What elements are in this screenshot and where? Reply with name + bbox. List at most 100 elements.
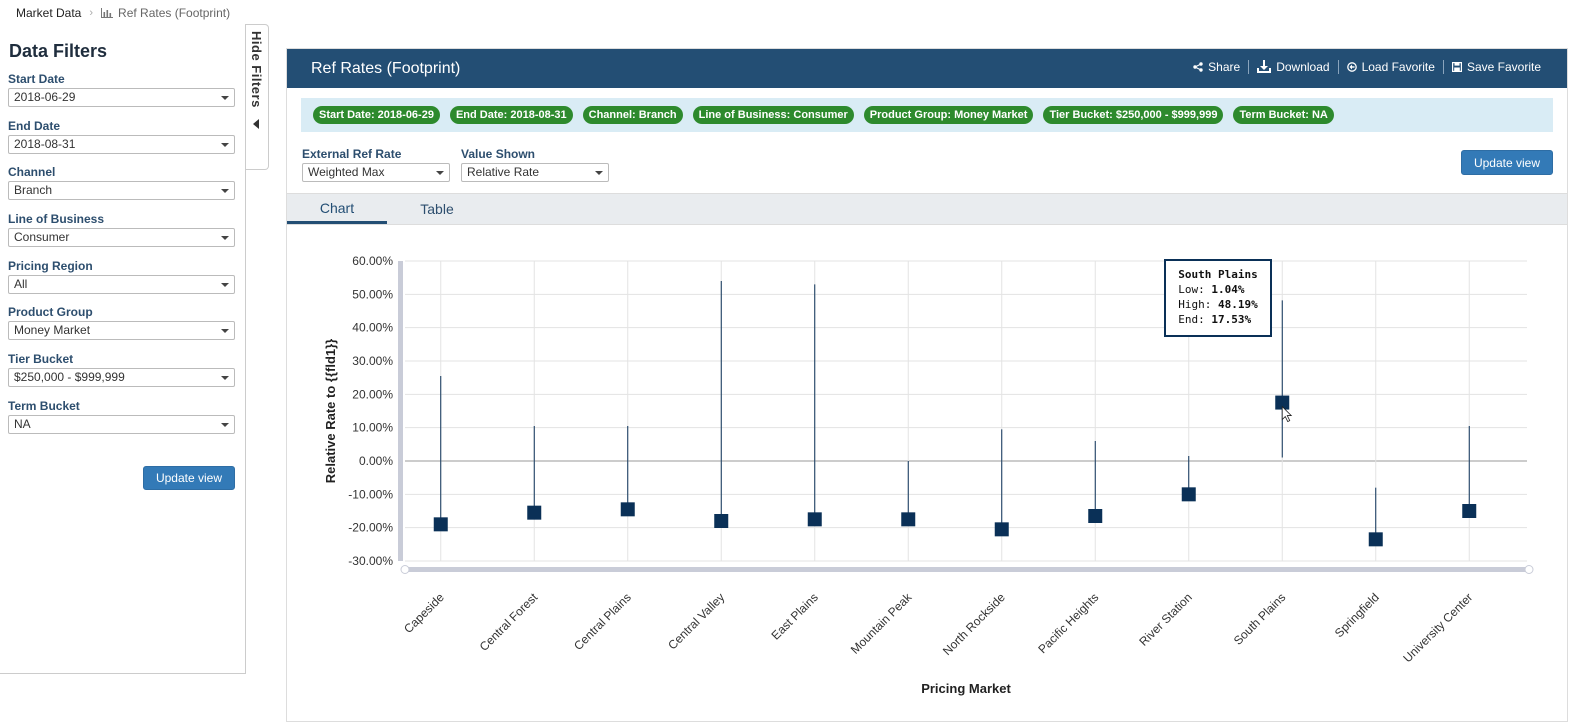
tab-chart[interactable]: Chart [287, 194, 387, 224]
filter-label: Tier Bucket [8, 352, 74, 366]
x-tick-label: Springfield [1332, 590, 1382, 640]
filter-channel: Channel Branch [8, 165, 235, 200]
caret-down-icon [221, 423, 229, 427]
y-tick-label: -10.00% [348, 487, 393, 501]
external-ref-rate-select[interactable]: Weighted Max [302, 163, 450, 182]
caret-down-icon [221, 236, 229, 240]
tier-bucket-select[interactable]: $250,000 - $999,999 [8, 368, 235, 387]
update-view-button[interactable]: Update view [1461, 150, 1553, 175]
save-favorite-button[interactable]: Save Favorite [1442, 60, 1549, 74]
term-bucket-select[interactable]: NA [8, 415, 235, 434]
filter-term-bucket: Term Bucket NA [8, 399, 235, 434]
end-marker [433, 517, 448, 532]
filter-label: End Date [8, 119, 61, 133]
filter-pill: Tier Bucket: $250,000 - $999,999 [1043, 106, 1224, 124]
end-marker [714, 514, 729, 528]
y-axis-title: Relative Rate to {{fld1}} [323, 339, 338, 484]
tooltip-end-value: 17.53% [1211, 313, 1252, 326]
x-tick-label: South Plains [1231, 590, 1289, 648]
filter-pill: End Date: 2018-08-31 [449, 106, 573, 124]
start-date-select[interactable]: 2018-06-29 [8, 88, 235, 107]
chart-area: 60.00% 50.00% 40.00% 30.00% 20.00% 10.00% 0.00… [287, 226, 1567, 721]
product-group-select[interactable]: Money Market [8, 321, 235, 340]
y-range-bar [398, 261, 403, 561]
x-range-handle [1524, 565, 1534, 574]
filters-panel: Data Filters Start Date 2018-06-29 End D… [0, 24, 246, 674]
share-button[interactable]: Share [1185, 60, 1248, 74]
x-tick-label: Central Forest [477, 590, 541, 654]
x-tick-label: Central Valley [665, 590, 727, 652]
tooltip-high-value: 48.19% [1218, 298, 1258, 311]
bar-chart-icon [101, 8, 114, 18]
select-value: Relative Rate [467, 165, 540, 179]
header-actions: Share Download Load Favorite Save Favori… [1185, 60, 1549, 74]
main-panel: Ref Rates (Footprint) Share Download Loa… [286, 48, 1568, 722]
tab-table[interactable]: Table [387, 194, 487, 224]
end-marker [807, 512, 822, 527]
share-icon [1193, 62, 1203, 72]
value-shown-select[interactable]: Relative Rate [461, 163, 609, 182]
x-tick-label: Pacific Heights [1035, 590, 1101, 656]
end-marker [1181, 487, 1196, 502]
load-favorite-button[interactable]: Load Favorite [1337, 60, 1443, 74]
breadcrumb: Market Data › Ref Rates (Footprint) [16, 6, 230, 20]
select-value: Consumer [14, 230, 70, 244]
tooltip-low-label: Low: [1178, 283, 1205, 296]
x-axis-title: Pricing Market [921, 681, 1011, 696]
breadcrumb-current: Ref Rates (Footprint) [101, 6, 230, 20]
hide-filters-label: Hide Filters [249, 31, 264, 108]
end-marker [1088, 509, 1103, 523]
pricing-region-select[interactable]: All [8, 275, 235, 294]
x-tick-label: North Rockside [940, 590, 1008, 658]
download-label: Download [1276, 60, 1330, 74]
filter-line-of-business: Line of Business Consumer [8, 212, 235, 247]
filter-pill: Line of Business: Consumer [692, 106, 854, 124]
end-marker [527, 505, 542, 520]
external-ref-rate-label: External Ref Rate [302, 147, 402, 161]
download-icon [1257, 60, 1272, 73]
tooltip-high-label: High: [1178, 298, 1212, 311]
select-value: Branch [14, 183, 53, 197]
filter-start-date: Start Date 2018-06-29 [8, 72, 235, 107]
y-tick-label: 20.00% [352, 387, 393, 401]
filters-title: Data Filters [9, 41, 108, 61]
caret-down-icon [595, 171, 603, 175]
save-favorite-label: Save Favorite [1466, 60, 1541, 74]
y-tick-label: 60.00% [352, 254, 393, 268]
x-tick-label: East Plains [769, 590, 821, 642]
tooltip-high: High: 48.19% [1178, 297, 1258, 312]
y-tick-label: 0.00% [359, 454, 393, 468]
caret-down-icon [221, 376, 229, 380]
hide-filters-toggle[interactable]: Hide Filters [246, 24, 269, 170]
y-tick-label: 40.00% [352, 321, 393, 335]
filter-pill: Channel: Branch [582, 106, 683, 124]
applied-filters-bar: Start Date: 2018-06-29 End Date: 2018-08… [301, 98, 1553, 132]
filter-pricing-region: Pricing Region All [8, 259, 235, 294]
channel-select[interactable]: Branch [8, 181, 235, 200]
view-tabs: Chart Table [287, 193, 1567, 225]
tooltip-low-value: 1.04% [1211, 283, 1245, 296]
x-tick-label: Central Plains [571, 590, 634, 653]
filter-pill: Product Group: Money Market [863, 106, 1034, 124]
download-button[interactable]: Download [1248, 60, 1337, 74]
filters-update-view-button[interactable]: Update view [143, 466, 235, 490]
end-date-select[interactable]: 2018-08-31 [8, 135, 235, 154]
select-value: Weighted Max [308, 165, 385, 179]
chart-tooltip: South Plains Low: 1.04% High: 48.19% End… [1164, 259, 1272, 337]
tooltip-low: Low: 1.04% [1178, 282, 1258, 297]
value-shown-label: Value Shown [461, 147, 536, 161]
y-tick-label: -30.00% [348, 554, 393, 568]
end-marker [994, 522, 1009, 537]
tooltip-title: South Plains [1178, 268, 1258, 281]
x-tick-label: River Station [1136, 590, 1194, 648]
line-of-business-select[interactable]: Consumer [8, 228, 235, 247]
filter-pill: Term Bucket: NA [1233, 106, 1334, 124]
caret-down-icon [221, 283, 229, 287]
x-tick-label: Mountain Peak [848, 590, 915, 657]
y-tick-label: 50.00% [352, 287, 393, 301]
load-favorite-label: Load Favorite [1361, 60, 1435, 74]
filter-label: Term Bucket [8, 399, 80, 413]
select-value: 2018-08-31 [14, 137, 76, 151]
breadcrumb-root[interactable]: Market Data [16, 6, 81, 20]
filter-label: Start Date [8, 72, 65, 86]
